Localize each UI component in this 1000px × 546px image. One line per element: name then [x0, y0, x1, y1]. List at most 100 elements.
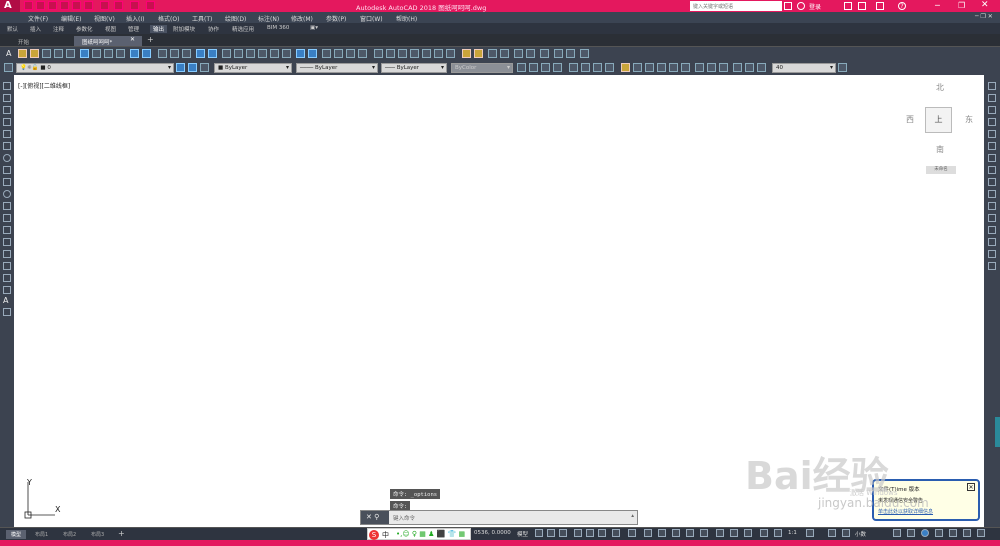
block-icon[interactable] [130, 49, 139, 58]
move-icon[interactable] [988, 142, 996, 150]
cart-icon[interactable] [844, 2, 852, 10]
chamfer-icon[interactable] [988, 238, 996, 246]
snap-icon[interactable] [547, 529, 555, 537]
tab-featured[interactable]: 精选应用 [232, 25, 254, 33]
tab-addins[interactable]: 附加模块 [173, 25, 195, 33]
annotation-monitor-icon[interactable] [828, 529, 836, 537]
rotate-icon[interactable] [988, 154, 996, 162]
minimize-button[interactable]: ─ [935, 1, 940, 10]
osnap-tangent-icon[interactable] [434, 49, 443, 58]
construction-line-icon[interactable] [3, 94, 11, 102]
units-icon[interactable] [842, 529, 850, 537]
layer-walk-icon[interactable] [200, 63, 209, 72]
revcloud-icon[interactable] [3, 166, 11, 174]
menu-dimension[interactable]: 标注(N) [258, 14, 279, 23]
polar-icon[interactable] [598, 529, 606, 537]
dim-scale-dropdown[interactable]: 40 [772, 63, 836, 73]
search-input[interactable]: 键入关键字或短语 [690, 1, 782, 11]
osnap-extension-icon[interactable] [398, 49, 407, 58]
selection-filter-icon[interactable] [730, 529, 738, 537]
dim-space-icon[interactable] [669, 63, 678, 72]
leader-icon[interactable] [258, 49, 267, 58]
osnap-toggle-icon[interactable] [644, 529, 652, 537]
extend-icon[interactable] [988, 202, 996, 210]
text-style-icon[interactable]: A [6, 49, 11, 58]
polyline-icon[interactable] [3, 106, 11, 114]
add-selected-icon[interactable] [3, 308, 11, 316]
restore-button[interactable]: ❐ [958, 1, 965, 10]
tab-manage[interactable]: 管理 [128, 25, 139, 33]
layer-manager-icon[interactable] [4, 63, 13, 72]
viewport-label[interactable]: [-][俯视][二维线框] [18, 81, 70, 90]
dim-jogged-icon[interactable] [593, 63, 602, 72]
new-tab-icon[interactable]: + [147, 35, 154, 44]
dim-arc-icon[interactable] [182, 49, 191, 58]
dim-linear-icon[interactable] [158, 49, 167, 58]
inspect-icon[interactable] [719, 63, 728, 72]
osnap-midpoint-icon[interactable] [358, 49, 367, 58]
osnap-mid2-icon[interactable] [566, 49, 575, 58]
annotation-visibility-icon[interactable] [760, 529, 768, 537]
dim-angular2-icon[interactable] [621, 63, 630, 72]
3d-osnap-icon[interactable] [700, 529, 708, 537]
transparency-icon[interactable] [672, 529, 680, 537]
center-mark-icon[interactable] [282, 49, 291, 58]
arc-icon[interactable] [3, 142, 11, 150]
layer-bulb-icon[interactable] [18, 49, 27, 58]
doc-tab-start[interactable]: 开始 [10, 36, 37, 46]
osnap-center-icon[interactable] [410, 49, 419, 58]
compass-west[interactable]: 西 [906, 114, 914, 125]
off-icon[interactable] [116, 49, 125, 58]
trim-icon[interactable] [988, 190, 996, 198]
redo-icon[interactable] [114, 1, 123, 10]
jogged-linear-icon[interactable] [733, 63, 742, 72]
menu-format[interactable]: 格式(O) [158, 14, 179, 23]
join-icon[interactable] [988, 226, 996, 234]
ellipse-arc-icon[interactable] [3, 202, 11, 210]
dynamic-ucs-icon[interactable] [716, 529, 724, 537]
isolate-objects-icon[interactable] [921, 529, 929, 537]
scale-icon[interactable] [988, 166, 996, 174]
fillet-icon[interactable] [988, 250, 996, 258]
quick-props-icon[interactable] [893, 529, 901, 537]
dim-ordinate-icon[interactable] [569, 63, 578, 72]
color-dropdown[interactable]: ■ ByLayer [214, 63, 292, 73]
lock-ui-icon[interactable] [907, 529, 915, 537]
tolerance2-icon[interactable] [695, 63, 704, 72]
exchange-icon[interactable] [858, 2, 866, 10]
osnap-none-icon[interactable] [500, 49, 509, 58]
ortho-icon[interactable] [586, 529, 594, 537]
lineweight-toggle-icon[interactable] [658, 529, 666, 537]
help-icon[interactable]: ? [898, 2, 906, 10]
osnap-temp-icon[interactable] [540, 49, 549, 58]
tolerance-icon[interactable] [270, 49, 279, 58]
tab-annotate[interactable]: 注释 [53, 25, 64, 33]
osnap-insert-icon[interactable] [474, 49, 483, 58]
doc-tab-close-icon[interactable]: ✕ [130, 36, 135, 43]
print-icon[interactable] [72, 1, 81, 10]
osnap-apparent-icon[interactable] [386, 49, 395, 58]
region-icon[interactable] [3, 274, 11, 282]
mtext-icon[interactable]: A [3, 296, 8, 305]
ribbon-toggle-icon[interactable]: ▣▾ [310, 25, 318, 31]
save-icon[interactable] [48, 1, 57, 10]
ime-mode[interactable]: 中 [382, 530, 389, 540]
new-icon[interactable] [24, 1, 33, 10]
circle-icon[interactable] [3, 154, 11, 162]
isolate-icon[interactable] [80, 49, 89, 58]
osnap-quadrant-icon[interactable] [422, 49, 431, 58]
model-space-button[interactable]: 模型 [517, 530, 528, 538]
wcs-menu[interactable]: 未命名 [926, 166, 956, 174]
layer-sun-icon[interactable] [30, 49, 39, 58]
table-icon[interactable] [3, 286, 11, 294]
osnap-perp-icon[interactable] [446, 49, 455, 58]
dim-aligned2-icon[interactable] [541, 63, 550, 72]
dim-linear2-icon[interactable] [529, 63, 538, 72]
auto-scale-icon[interactable] [774, 529, 782, 537]
dim-radius2-icon[interactable] [581, 63, 590, 72]
freeze-icon[interactable] [104, 49, 113, 58]
undo-icon[interactable] [100, 1, 109, 10]
dim-continue-icon[interactable] [246, 49, 255, 58]
clean-screen-icon[interactable] [949, 529, 957, 537]
command-input[interactable]: 键入命令 [393, 514, 415, 522]
